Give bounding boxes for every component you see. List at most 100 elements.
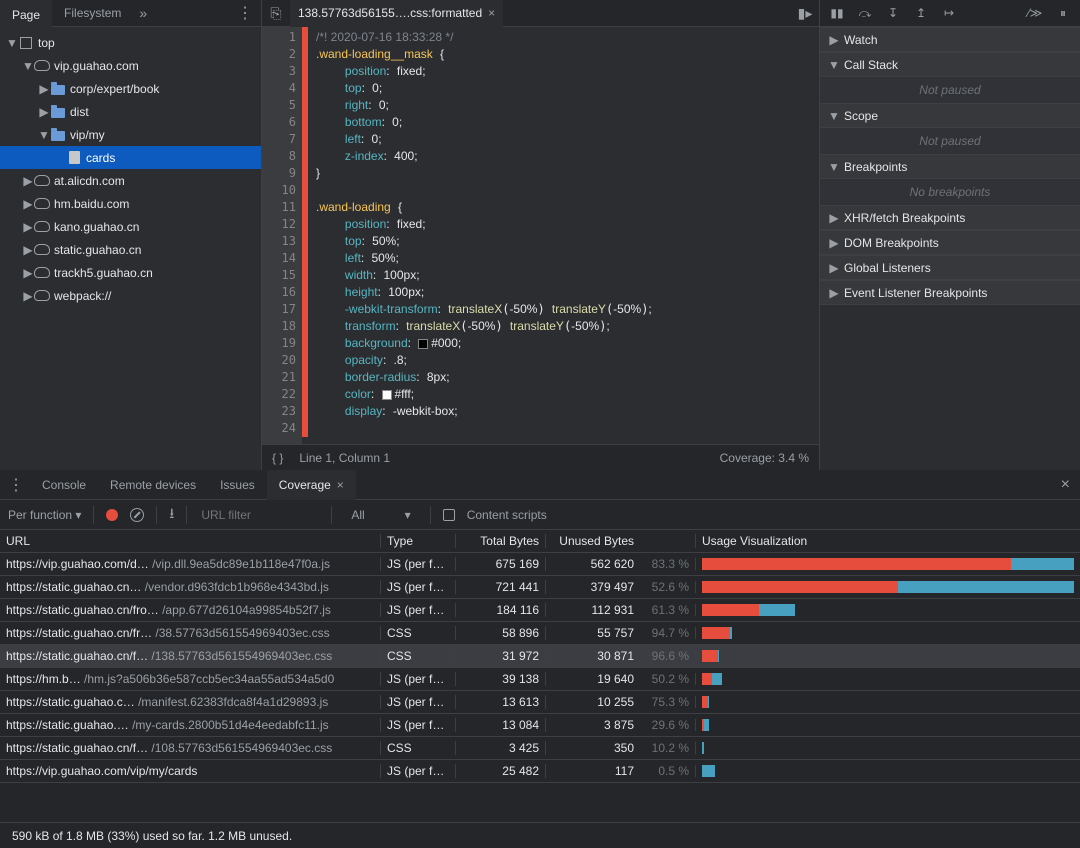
cell-pct: 50.2 %	[640, 672, 695, 686]
editor-file-tab[interactable]: 138.57763d56155….css:formatted ×	[290, 0, 503, 27]
table-row[interactable]: https://vip.guahao.com/d… /vip.dll.9ea5d…	[0, 553, 1080, 576]
debugger-section-header[interactable]: ▶XHR/fetch Breakpoints	[820, 205, 1080, 230]
table-row[interactable]: https://vip.guahao.com/vip/my/cards JS (…	[0, 760, 1080, 783]
debugger-section-header[interactable]: ▼Call Stack	[820, 52, 1080, 77]
drawer-tab[interactable]: Remote devices	[98, 470, 208, 500]
step-into-icon[interactable]: ↧	[884, 6, 902, 20]
pretty-print-icon[interactable]: { }	[272, 451, 283, 465]
pause-icon[interactable]: ▮▮	[828, 6, 846, 20]
tree-item[interactable]: ▶static.guahao.cn	[0, 238, 261, 261]
cell-visualization	[695, 558, 1080, 570]
drawer-menu-icon[interactable]: ⋮	[8, 475, 24, 495]
toggle-debugger-icon[interactable]: ▮▸	[791, 5, 819, 22]
sources-navigator: Page Filesystem » ⋮ ▼top▼vip.guahao.com▶…	[0, 0, 262, 470]
expand-arrow-icon[interactable]: ▶	[22, 197, 34, 211]
expand-arrow-icon[interactable]: ▶	[22, 243, 34, 257]
tree-item[interactable]: ▶ dist	[0, 100, 261, 123]
coverage-mode-select[interactable]: Per function ▾	[8, 508, 81, 522]
url-filter-input[interactable]	[199, 507, 319, 523]
editor-tabbar: ⎘ 138.57763d56155….css:formatted × ▮▸	[262, 0, 819, 27]
tree-item[interactable]: ▶hm.baidu.com	[0, 192, 261, 215]
section-body: Not paused	[820, 77, 1080, 103]
debugger-section-header[interactable]: ▼Breakpoints	[820, 154, 1080, 179]
folder-icon	[50, 127, 66, 143]
col-total[interactable]: Total Bytes	[455, 534, 545, 548]
deactivate-breakpoints-icon[interactable]: ⁄≫	[1026, 6, 1044, 20]
export-icon[interactable]: ⭳	[169, 503, 174, 527]
type-filter-select[interactable]: All▾	[344, 505, 417, 525]
debugger-section-header[interactable]: ▶Global Listeners	[820, 255, 1080, 280]
cell-unused: 30 871	[545, 649, 640, 663]
drawer-tab[interactable]: Console	[30, 470, 98, 500]
tree-item[interactable]: ▼top	[0, 31, 261, 54]
clear-icon[interactable]	[130, 508, 144, 522]
drawer-close-icon[interactable]: ×	[1061, 476, 1070, 494]
content-scripts-checkbox[interactable]	[443, 509, 455, 521]
col-visualization[interactable]: Usage Visualization	[695, 534, 1080, 548]
cursor-position: Line 1, Column 1	[299, 451, 390, 465]
section-arrow-icon: ▼	[828, 109, 840, 123]
close-tab-icon[interactable]: ×	[337, 478, 344, 492]
cell-visualization	[695, 604, 1080, 616]
tree-item[interactable]: ▶ at.alicdn.com	[0, 169, 261, 192]
close-tab-icon[interactable]: ×	[488, 6, 495, 20]
debugger-section-header[interactable]: ▶Watch	[820, 27, 1080, 52]
table-row[interactable]: https://hm.b… /hm.js?a506b36e587ccb5ec34…	[0, 668, 1080, 691]
navigator-menu-icon[interactable]: ⋮	[237, 3, 253, 23]
table-header: URL Type Total Bytes Unused Bytes Usage …	[0, 530, 1080, 553]
cell-total: 39 138	[455, 672, 545, 686]
expand-arrow-icon[interactable]: ▶	[22, 220, 34, 234]
expand-arrow-icon[interactable]: ▶	[22, 289, 34, 303]
editor-status-bar: { } Line 1, Column 1 Coverage: 3.4 %	[262, 444, 819, 470]
code-area[interactable]: 123456789101112131415161718192021222324 …	[262, 27, 819, 444]
col-url[interactable]: URL	[0, 534, 380, 548]
drawer-tab[interactable]: Coverage×	[267, 470, 356, 500]
tree-label: dist	[70, 105, 89, 119]
expand-arrow-icon[interactable]: ▼	[38, 128, 50, 142]
col-type[interactable]: Type	[380, 534, 455, 548]
toggle-navigator-icon[interactable]: ⎘	[262, 5, 290, 22]
table-row[interactable]: https://static.guahao.cn… /vendor.d963fd…	[0, 576, 1080, 599]
drawer-tab-label: Console	[42, 478, 86, 492]
step-over-icon[interactable]: ⤼	[856, 6, 874, 21]
table-row[interactable]: https://static.guahao.cn/f… /138.57763d5…	[0, 645, 1080, 668]
section-title: Call Stack	[844, 58, 898, 72]
tree-item[interactable]: ▶corp/expert/book	[0, 77, 261, 100]
editor-file-title: 138.57763d56155….css:formatted	[298, 6, 482, 20]
tree-item[interactable]: ▼vip/my	[0, 123, 261, 146]
expand-arrow-icon[interactable]: ▼	[6, 36, 18, 50]
tree-item[interactable]: ▶webpack://	[0, 284, 261, 307]
step-out-icon[interactable]: ↥	[912, 6, 930, 20]
debugger-section-header[interactable]: ▼Scope	[820, 103, 1080, 128]
step-icon[interactable]: ↦	[940, 6, 958, 20]
table-row[interactable]: https://static.guahao.cn/fr… /38.57763d5…	[0, 622, 1080, 645]
debugger-section-header[interactable]: ▶Event Listener Breakpoints	[820, 280, 1080, 305]
tab-page[interactable]: Page	[0, 0, 52, 27]
tree-item[interactable]: ▼vip.guahao.com	[0, 54, 261, 77]
col-unused[interactable]: Unused Bytes	[545, 534, 640, 548]
expand-arrow-icon[interactable]: ▼	[22, 59, 34, 73]
expand-arrow-icon[interactable]: ▶	[22, 174, 34, 188]
expand-arrow-icon[interactable]: ▶	[38, 82, 50, 96]
cell-total: 58 896	[455, 626, 545, 640]
table-row[interactable]: https://static.guahao.cn/f… /108.57763d5…	[0, 737, 1080, 760]
drawer-tab[interactable]: Issues	[208, 470, 267, 500]
expand-arrow-icon[interactable]: ▶	[38, 105, 50, 119]
more-tabs-icon[interactable]: »	[139, 5, 147, 21]
tree-label: at.alicdn.com	[54, 174, 125, 188]
tree-item[interactable]: cards	[0, 146, 261, 169]
section-body: Not paused	[820, 128, 1080, 154]
expand-arrow-icon[interactable]: ▶	[22, 266, 34, 280]
table-row[interactable]: https://static.guahao.… /my-cards.2800b5…	[0, 714, 1080, 737]
pause-on-exceptions-icon[interactable]: ⏸	[1054, 6, 1072, 21]
cell-type: JS (per f…	[380, 764, 455, 778]
tree-item[interactable]: ▶kano.guahao.cn	[0, 215, 261, 238]
tab-filesystem[interactable]: Filesystem	[52, 0, 133, 27]
table-row[interactable]: https://static.guahao.c… /manifest.62383…	[0, 691, 1080, 714]
debugger-section-header[interactable]: ▶DOM Breakpoints	[820, 230, 1080, 255]
cell-pct: 83.3 %	[640, 557, 695, 571]
record-icon[interactable]	[106, 509, 118, 521]
tree-item[interactable]: ▶trackh5.guahao.cn	[0, 261, 261, 284]
table-row[interactable]: https://static.guahao.cn/fro… /app.677d2…	[0, 599, 1080, 622]
cell-unused: 112 931	[545, 603, 640, 617]
